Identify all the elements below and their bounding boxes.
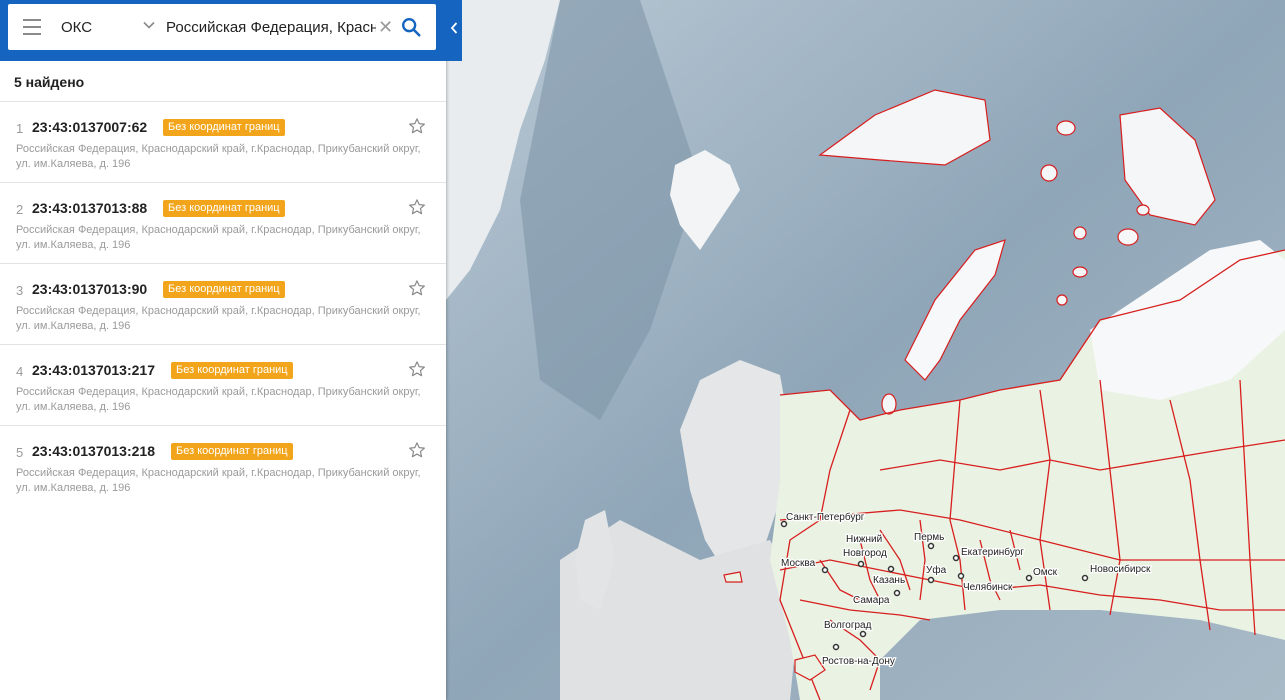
search-header: ОКС ✕ (0, 0, 462, 61)
city-label-spb: Санкт-Петербург (786, 511, 865, 523)
item-address: Российская Федерация, Краснодарский край… (16, 143, 421, 170)
city-label-samara: Самара (853, 595, 890, 606)
status-badge: Без координат границ (163, 200, 285, 217)
city-dot (957, 572, 965, 580)
cadastral-number[interactable]: 23:43:0137007:62 (32, 119, 147, 135)
chevron-down-icon (143, 21, 155, 29)
city-dot (1081, 574, 1089, 582)
city-label-nizhny-2: Новгород (843, 548, 887, 559)
list-item[interactable]: 2 23:43:0137013:88 Без координат границ … (0, 182, 446, 263)
item-number: 2 (16, 202, 24, 217)
search-box: ОКС ✕ (8, 4, 436, 50)
city-label-perm: Пермь (914, 532, 944, 543)
star-icon[interactable] (408, 279, 426, 297)
city-dot (927, 542, 935, 550)
city-label-ufa: Уфа (926, 564, 947, 576)
item-address: Российская Федерация, Краснодарский край… (16, 386, 421, 413)
close-icon[interactable]: ✕ (378, 18, 393, 36)
cadastral-number[interactable]: 23:43:0137013:88 (32, 200, 147, 216)
city-dot (952, 554, 960, 562)
object-type-value: ОКС (61, 19, 93, 36)
city-label-chelyabinsk: Челябинск (963, 581, 1013, 593)
cadastral-number[interactable]: 23:43:0137013:218 (32, 443, 155, 459)
item-number: 4 (16, 364, 24, 379)
city-label-volgograd: Волгоград (824, 620, 872, 631)
city-dot (857, 560, 865, 568)
status-badge: Без координат границ (171, 443, 293, 460)
star-icon[interactable] (408, 360, 426, 378)
status-badge: Без координат границ (163, 119, 285, 136)
search-input[interactable] (166, 4, 376, 50)
cadastral-number[interactable]: 23:43:0137013:217 (32, 362, 155, 378)
list-item[interactable]: 1 23:43:0137007:62 Без координат границ … (0, 101, 446, 182)
item-number: 1 (16, 121, 24, 136)
city-label-nizhny-1: Нижний (846, 534, 882, 545)
hamburger-icon[interactable] (23, 19, 41, 35)
status-badge: Без координат границ (171, 362, 293, 379)
chevron-left-icon[interactable] (446, 14, 462, 42)
city-dot (821, 566, 829, 574)
city-label-ekaterinburg: Екатеринбург (961, 546, 1024, 558)
city-label-omsk: Омск (1033, 567, 1058, 578)
results-panel: 5 найдено 1 23:43:0137007:62 Без координ… (0, 0, 446, 700)
city-dot (1025, 574, 1033, 582)
item-number: 3 (16, 283, 24, 298)
status-badge: Без координат границ (163, 281, 285, 298)
results-list: 1 23:43:0137007:62 Без координат границ … (0, 101, 446, 506)
cadastral-number[interactable]: 23:43:0137013:90 (32, 281, 147, 297)
city-dot (893, 589, 901, 597)
city-dot (832, 643, 840, 651)
list-item[interactable]: 4 23:43:0137013:217 Без координат границ… (0, 344, 446, 425)
city-label-novosibirsk: Новосибирск (1090, 563, 1151, 575)
city-dot (859, 630, 867, 638)
city-dot (927, 576, 935, 584)
list-item[interactable]: 3 23:43:0137013:90 Без координат границ … (0, 263, 446, 344)
item-address: Российская Федерация, Краснодарский край… (16, 224, 421, 251)
list-item[interactable]: 5 23:43:0137013:218 Без координат границ… (0, 425, 446, 506)
results-count: 5 найдено (14, 74, 85, 90)
star-icon[interactable] (408, 198, 426, 216)
city-dot (887, 565, 895, 573)
star-icon[interactable] (408, 441, 426, 459)
search-icon[interactable] (400, 16, 422, 38)
city-label-rostov: Ростов-на-Дону (822, 656, 895, 667)
city-label-kazan: Казань (873, 575, 905, 586)
item-address: Российская Федерация, Краснодарский край… (16, 305, 421, 332)
object-type-select[interactable]: ОКС (56, 4, 166, 50)
star-icon[interactable] (408, 117, 426, 135)
item-address: Российская Федерация, Краснодарский край… (16, 467, 421, 494)
city-label-moscow: Москва (781, 558, 816, 569)
item-number: 5 (16, 445, 24, 460)
